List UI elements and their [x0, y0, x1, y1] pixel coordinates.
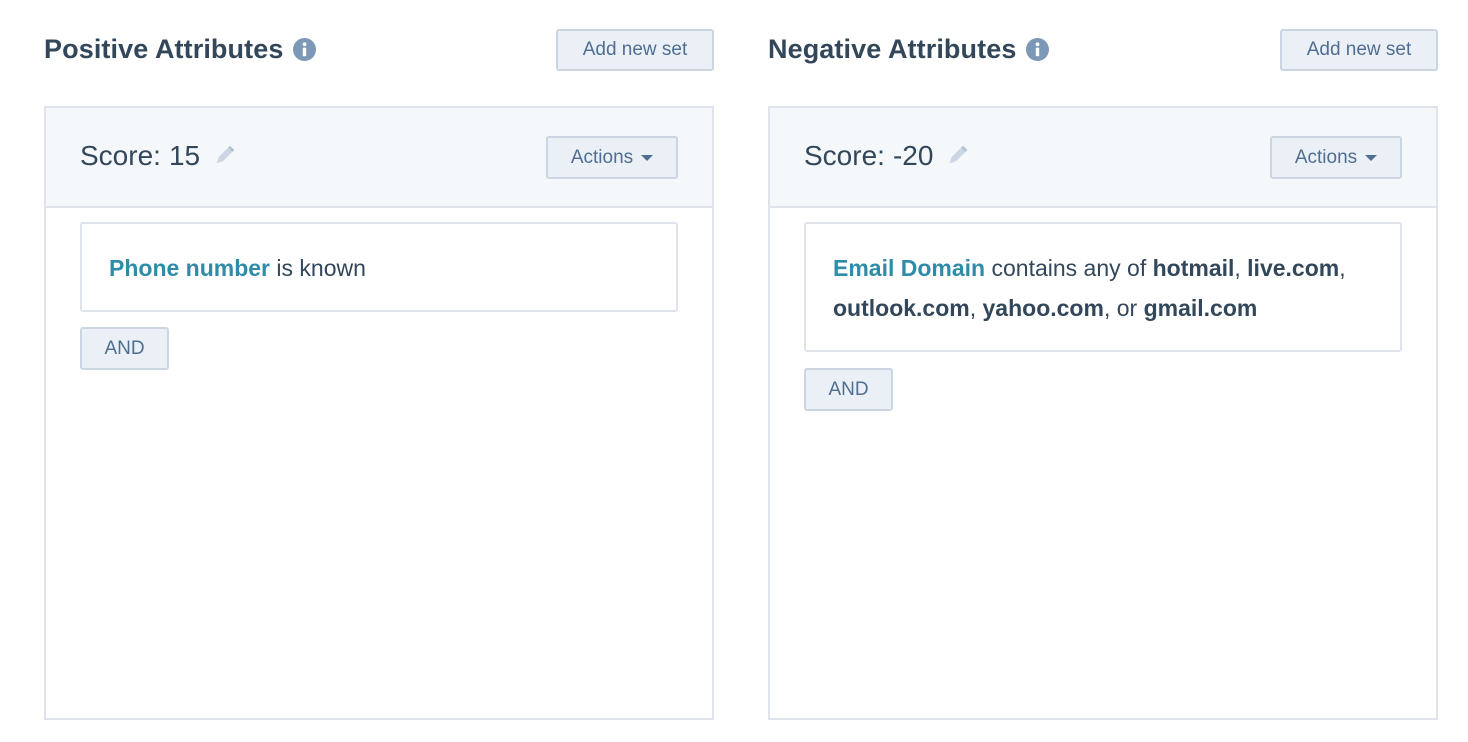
- actions-label: Actions: [1294, 146, 1358, 168]
- criteria-operator: contains any of: [991, 255, 1147, 281]
- actions-dropdown-button[interactable]: Actions: [546, 136, 678, 179]
- actions-label: Actions: [570, 146, 634, 168]
- info-icon[interactable]: [293, 38, 317, 61]
- section-title-text: Negative Attributes: [768, 34, 1017, 64]
- score-display: Score: 15: [80, 140, 236, 172]
- and-button[interactable]: AND: [80, 327, 169, 370]
- negative-attributes-section: Negative Attributes Add new set Score: -…: [768, 0, 1438, 742]
- positive-attributes-section: Positive Attributes Add new set Score: 1…: [44, 0, 714, 742]
- property-link[interactable]: Email Domain: [833, 255, 985, 281]
- score-label: Score:: [804, 140, 885, 171]
- info-icon[interactable]: [1026, 38, 1050, 61]
- and-button[interactable]: AND: [804, 368, 893, 411]
- criteria-value: yahoo.com: [982, 295, 1104, 321]
- section-title: Negative Attributes: [768, 34, 1050, 65]
- pencil-icon[interactable]: [212, 144, 236, 168]
- set-header: Score: -20 Actions: [770, 108, 1436, 208]
- property-link[interactable]: Phone number: [109, 255, 270, 281]
- score-label: Score:: [80, 140, 161, 171]
- criteria-card[interactable]: Phone number is known: [80, 222, 678, 312]
- caret-down-icon: [1365, 154, 1378, 161]
- attribute-set-panel: Score: -20 Actions Email Domain contains…: [768, 106, 1438, 720]
- positive-attributes-header: Positive Attributes Add new set: [44, 28, 714, 72]
- score-display: Score: -20: [804, 140, 969, 172]
- criteria-value: hotmail: [1152, 255, 1235, 281]
- add-new-set-button[interactable]: Add new set: [556, 29, 714, 71]
- caret-down-icon: [641, 154, 654, 161]
- value-separator: , or: [1103, 295, 1138, 321]
- criteria-card[interactable]: Email Domain contains any of hotmail, li…: [804, 222, 1402, 352]
- criteria-operator: is known: [276, 255, 366, 281]
- actions-dropdown-button[interactable]: Actions: [1270, 136, 1402, 179]
- value-separator: ,: [1339, 255, 1346, 281]
- criteria-value: outlook.com: [833, 295, 970, 321]
- add-new-set-button[interactable]: Add new set: [1280, 29, 1438, 71]
- score-value: 15: [168, 140, 201, 171]
- section-title-text: Positive Attributes: [44, 34, 284, 64]
- attribute-set-panel: Score: 15 Actions Phone number is known …: [44, 106, 714, 720]
- pencil-icon[interactable]: [945, 144, 969, 168]
- set-header: Score: 15 Actions: [46, 108, 712, 208]
- value-separator: ,: [1234, 255, 1241, 281]
- criteria-value: gmail.com: [1143, 295, 1258, 321]
- value-separator: ,: [969, 295, 977, 321]
- section-title: Positive Attributes: [44, 34, 317, 65]
- score-value: -20: [892, 140, 934, 171]
- criteria-value: live.com: [1247, 255, 1340, 281]
- negative-attributes-header: Negative Attributes Add new set: [768, 28, 1438, 72]
